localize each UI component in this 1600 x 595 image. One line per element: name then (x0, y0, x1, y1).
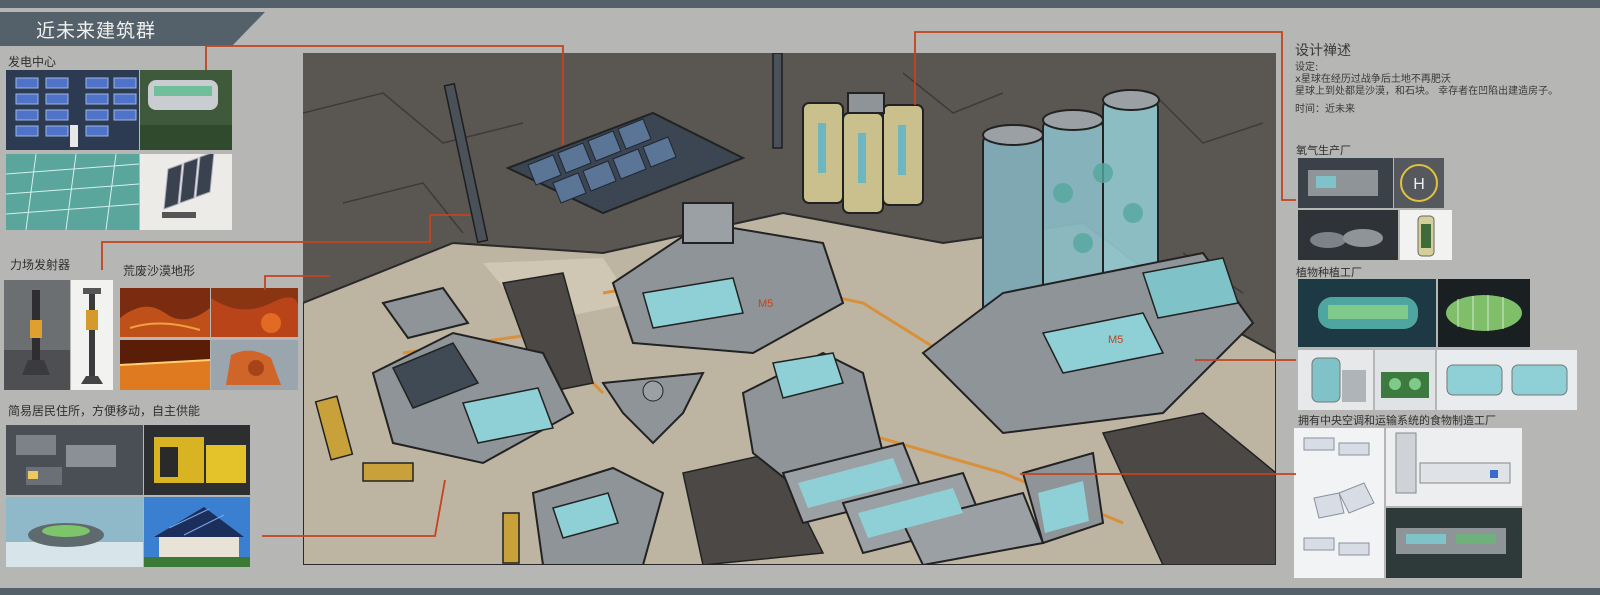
art-label-m5-center: M5 (758, 298, 773, 310)
solar-panel-model-image (140, 154, 232, 230)
lava-terrain-image-4 (211, 340, 298, 390)
food-factory-label: 拥有中央空调和运输系统的食物制造工厂 (1298, 414, 1496, 427)
lava-terrain-image-1 (120, 288, 210, 337)
housing-aerial-image (6, 425, 143, 495)
bottom-bar (0, 588, 1600, 595)
notes-setting-label: 设定: (1295, 62, 1319, 73)
force-field-label: 力场发射器 (10, 258, 71, 272)
food-factory-model-image-1 (1294, 428, 1384, 578)
notes-time: 时间：近未来 (1295, 104, 1355, 115)
plant-factory-image-1 (1298, 279, 1436, 347)
oxygen-factory-image-1 (1298, 158, 1393, 208)
power-center-label: 发电中心 (8, 55, 57, 69)
lava-terrain-image-3 (120, 340, 210, 390)
notes-line-2: 星球上到处都是沙漠，和石块。 幸存者在凹陷出建造房子。 (1295, 86, 1559, 97)
plant-factory-image-2 (1438, 279, 1530, 347)
art-label-m5-right: M5 (1108, 334, 1123, 346)
top-bar (0, 0, 1600, 8)
force-field-tower-image (4, 280, 70, 390)
housing-label: 简易居民住所，方便移动，自主供能 (8, 404, 201, 418)
plant-interior-image (1375, 350, 1435, 410)
oxygen-factory-label: 氧气生产厂 (1296, 144, 1351, 157)
notes-line-1: x星球在经历过战争后土地不再肥沃 (1295, 74, 1451, 85)
lava-terrain-image-2 (211, 288, 298, 337)
design-notes: 设定: x星球在经历过战争后土地不再肥沃 星球上到处都是沙漠，和石块。 幸存者在… (1295, 62, 1558, 116)
yellow-container-house-image (144, 425, 250, 495)
solar-roof-house-image (144, 497, 250, 567)
mobile-pod-image (6, 497, 143, 567)
plant-factory-label: 植物种植工厂 (1296, 266, 1362, 279)
oxygen-tank-model-image (1400, 210, 1452, 260)
power-station-aerial-image (140, 70, 232, 150)
page-title: 近未来建筑群 (36, 20, 157, 42)
helipad-image: H (1394, 158, 1444, 208)
plant-pods-image (1437, 350, 1577, 410)
main-illustration: M5 M5 (303, 53, 1276, 565)
solar-panel-array-image (6, 70, 139, 150)
plant-tank-model-image (1298, 350, 1373, 410)
food-factory-model-image-2 (1386, 428, 1522, 506)
force-field-emitter-model-image (71, 280, 113, 390)
glass-greenhouse-field-image (6, 154, 139, 230)
wasteland-label: 荒废沙漠地形 (123, 264, 196, 278)
food-factory-aerial-image (1386, 508, 1522, 578)
design-notes-heading: 设计禅述 (1295, 43, 1351, 59)
oxygen-factory-image-2 (1298, 210, 1398, 260)
helipad-letter: H (1413, 176, 1425, 193)
